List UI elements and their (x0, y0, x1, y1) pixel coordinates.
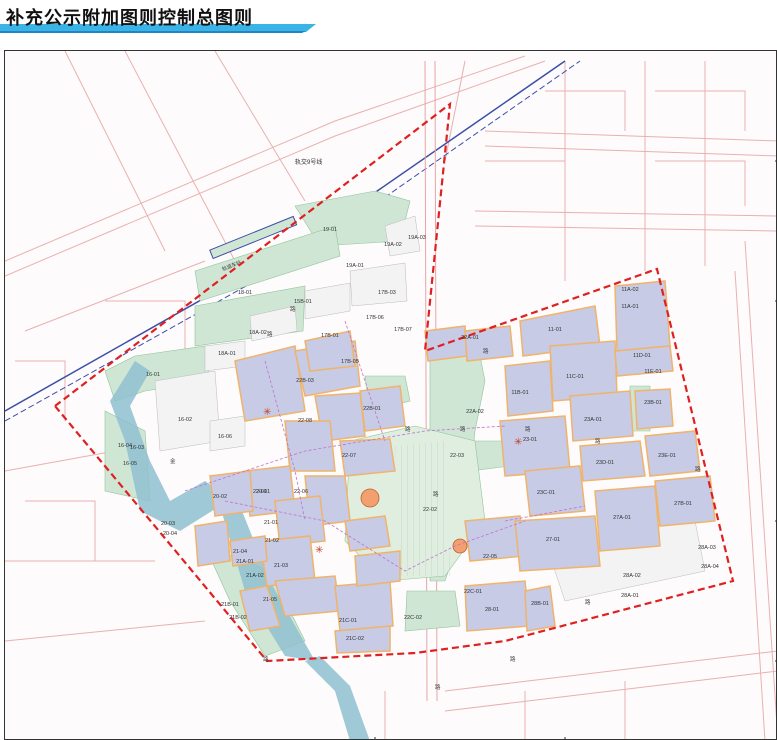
parcel-label: 27-01 (546, 537, 560, 543)
parcel-label: 21-02 (265, 538, 279, 544)
parcel-label: 11A-02 (621, 287, 638, 293)
parcel-label: 22-07 (342, 453, 356, 459)
parcel-label: 21B-02 (229, 615, 247, 621)
parcel-label: 27B-01 (674, 501, 692, 507)
parcel-label: 28A-02 (623, 573, 641, 579)
parcel-label: 21A-01 (236, 559, 254, 565)
parcel-label: 11-01 (548, 327, 562, 333)
parcel-label: 19A-03 (408, 235, 426, 241)
parcel-label: 22B-01 (363, 406, 381, 412)
road-label: 路 (510, 655, 516, 663)
parcel-label: 18-01 (238, 290, 252, 296)
parcel-label: 22-03 (450, 453, 464, 459)
parcel-label: 16-05 (123, 461, 137, 467)
parcel-label: 22-08 (298, 418, 312, 424)
road-label: 路 (483, 347, 489, 355)
parcel-label: 17B-06 (366, 315, 384, 321)
parcel-label: 23E-01 (658, 453, 676, 459)
map-frame: 轨交9号线 ✳ ✳ ✳ 轨道车站 19-01 19A-02 19A-01 19A… (4, 50, 777, 740)
parcel-label: 28A-03 (698, 545, 716, 551)
parcel-label: 21-05 (263, 597, 277, 603)
parcel-label: 18A-02 (249, 330, 267, 336)
parcel-label: 23C-01 (537, 490, 555, 496)
page: 补充公示附加图则控制总图则 轨交9号线 ✳ ✳ ✳ 轨道车站 19-01 19A… (0, 0, 777, 740)
parcel-label: 28B-01 (531, 601, 549, 607)
parcel-label: 23B-01 (644, 400, 662, 406)
parcel-label: 11A-01 (621, 304, 638, 310)
road-label: 路 (585, 598, 591, 606)
parcel-label: 11B-01 (511, 390, 528, 396)
parcel-label: 21A-02 (246, 573, 264, 579)
parcel-label: 11E-01 (644, 369, 661, 375)
parcel-label: 23-01 (523, 437, 537, 443)
star-marker-icon: ✳ (263, 407, 271, 418)
road-label: 路 (695, 465, 701, 473)
parcel-label: 22C-02 (404, 615, 422, 621)
star-marker-icon-3: ✳ (514, 437, 522, 448)
parcel-label: 16-01 (146, 372, 160, 378)
parcel-label: 17B-03 (378, 290, 396, 296)
parcel-label: 11C-01 (566, 374, 584, 380)
title-banner: 补充公示附加图则控制总图则 (0, 0, 777, 34)
parcel-label: 20-04 (163, 531, 177, 537)
road-label: 路 (290, 305, 296, 313)
road-label: 金 (170, 457, 176, 465)
parcel-label: 22-02 (423, 507, 437, 513)
parcel-label: 19A-02 (384, 242, 402, 248)
road-label: 路 (267, 330, 273, 338)
parcel-label: 16-06 (218, 434, 232, 440)
parcel-label: 15B-01 (294, 299, 312, 305)
road-label: 路 (435, 683, 441, 691)
parcel-label: 11D-01 (633, 353, 651, 359)
plaza-landmark-icon (360, 488, 380, 508)
parcel-label: 20-03 (161, 521, 175, 527)
parcel-label: 21B-01 (221, 602, 239, 608)
road-label: 路 (595, 437, 601, 445)
parcel-label: 16-02 (178, 417, 192, 423)
parcel-label: 22-05 (483, 554, 497, 560)
page-title: 补充公示附加图则控制总图则 (6, 8, 253, 28)
parcel-label: 21-04 (233, 549, 247, 555)
parcel-label: 28A-01 (621, 593, 639, 599)
parcel-label: 22A-01 (461, 335, 479, 341)
parcel-label: 23A-01 (584, 417, 602, 423)
parcel-label: 23D-01 (596, 460, 614, 466)
parcel-label: 16-03 (130, 445, 144, 451)
parcel-label: 22C-01 (464, 589, 482, 595)
parcel-label: 20-01 (256, 489, 270, 495)
parcel-label: 22B-03 (296, 378, 314, 384)
parcel-label: 17B-01 (321, 333, 339, 339)
parcel-label: 28-01 (485, 607, 499, 613)
parcel-label: 19A-01 (346, 263, 364, 269)
parcel-label: 17B-07 (394, 327, 412, 333)
parcel-label: 17B-05 (341, 359, 359, 365)
parcel-label: 20-02 (213, 494, 227, 500)
parcel-label: 16-04 (118, 443, 132, 449)
parcel-label: 21C-02 (346, 636, 364, 642)
parcel-label: 18A-01 (218, 351, 236, 357)
parcel-label: 22-06 (294, 489, 308, 495)
planning-map: 轨交9号线 ✳ ✳ ✳ 轨道车站 19-0119A-0219A-0119A-03… (5, 51, 776, 739)
road-label: 路 (433, 490, 439, 498)
parcel-label: 21C-01 (339, 618, 357, 624)
parcel-label: 21-03 (274, 563, 288, 569)
parcel-label: 27A-01 (613, 515, 631, 521)
parcel-label: 21-01 (264, 520, 278, 526)
parcel-label: 28A-04 (701, 564, 719, 570)
road-label: 路 (263, 655, 269, 663)
rail-line-label: 轨交9号线 (295, 158, 322, 166)
road-label: 路 (525, 425, 531, 433)
road-label: 路 (460, 425, 466, 433)
parcel-label: 22A-02 (466, 409, 484, 415)
road-label: 路 (405, 425, 411, 433)
star-marker-icon-2: ✳ (315, 545, 323, 556)
parcel-label: 19-01 (323, 227, 337, 233)
